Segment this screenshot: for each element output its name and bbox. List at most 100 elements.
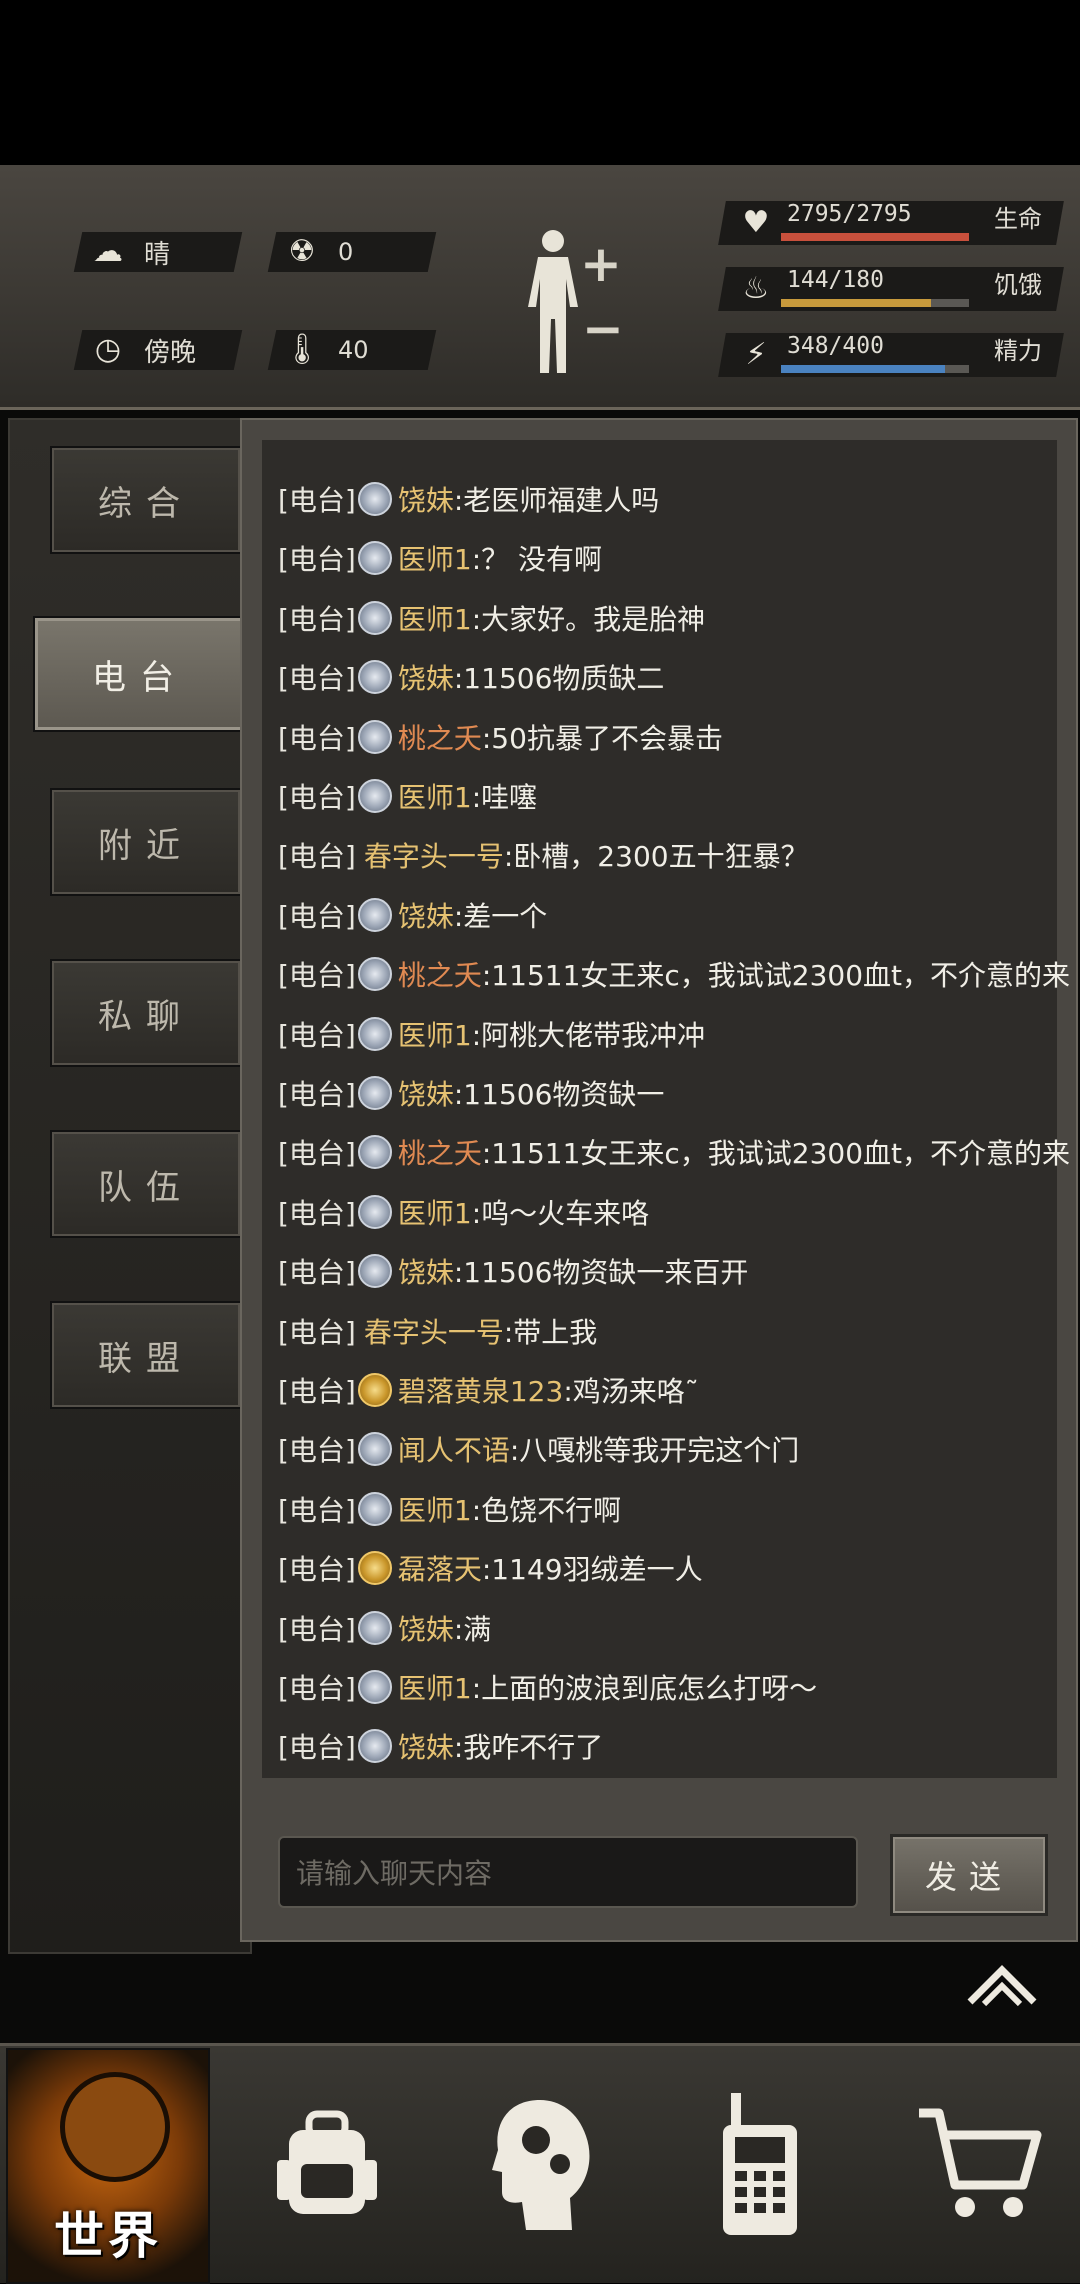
message-text: :满 [453, 1612, 492, 1646]
chat-message[interactable]: [电台] 碧落黄泉123:鸡汤来咯˜ [278, 1360, 699, 1419]
chat-message[interactable]: [电台] 桃之夭:50抗暴了不会暴击 [278, 707, 723, 766]
sender-name[interactable]: 闻人不语 [398, 1429, 510, 1469]
sender-name[interactable]: 饶妹 [398, 1726, 454, 1766]
message-text: :11506物资缺一 [453, 1077, 665, 1111]
chat-message[interactable]: [电台] 春字头一号:卧槽，2300五十狂暴？ [278, 825, 809, 884]
sender-name[interactable]: 春字头一号 [364, 835, 504, 875]
sender-name[interactable]: 桃之夭 [398, 1132, 482, 1172]
sender-name[interactable]: 医师1 [398, 1667, 472, 1707]
rank-badge-icon [357, 540, 392, 575]
rank-badge-icon [357, 1491, 392, 1526]
sender-name[interactable]: 医师1 [398, 598, 472, 638]
chat-message[interactable]: [电台] 闻人不语:八嘎桃等我开完这个门 [278, 1419, 799, 1478]
channel-tag: [电台] [278, 1374, 356, 1408]
chat-message[interactable]: [电台] 桃之夭:11511女王来c，我试试2300血t，不介意的来 [278, 1122, 1070, 1181]
nav-shop[interactable] [915, 2048, 1045, 2280]
chat-message[interactable]: [电台] 饶妹:差一个 [278, 885, 547, 944]
channel-tag: [电台] [278, 661, 356, 695]
nav-radio[interactable] [715, 2048, 805, 2280]
heart-icon: ♥ [742, 205, 770, 240]
sender-name[interactable]: 医师1 [398, 1489, 472, 1529]
increase-icon[interactable]: + [580, 235, 622, 293]
chat-message[interactable]: [电台] 医师1:？ 没有啊 [278, 528, 602, 587]
chat-message[interactable]: [电台] 饶妹:我咋不行了 [278, 1716, 603, 1775]
rank-badge-icon [357, 1669, 392, 1704]
chat-message[interactable]: [电台] 磊落天:1149羽绒差一人 [278, 1538, 703, 1597]
chat-input[interactable]: 请输入聊天内容 [278, 1836, 858, 1908]
channel-tag: [电台] [278, 542, 356, 576]
backpack-icon [277, 2110, 377, 2214]
nav-world-label: 世界 [54, 2207, 162, 2265]
tab-team[interactable]: 队伍 [50, 1130, 242, 1238]
tab-radio[interactable]: 电台 [33, 616, 247, 732]
chat-message[interactable]: [电台] 饶妹:老医师福建人吗 [278, 469, 659, 528]
rank-badge-icon [357, 600, 392, 635]
channel-tag: [电台] [278, 483, 356, 517]
chevron-up-icon[interactable] [964, 1960, 1040, 2010]
sender-name[interactable]: 饶妹 [398, 1251, 454, 1291]
tab-general[interactable]: 综合 [50, 446, 242, 554]
sender-name[interactable]: 饶妹 [398, 479, 454, 519]
chat-message[interactable]: [电台] 医师1:大家好。我是胎神 [278, 588, 705, 647]
sender-name[interactable]: 医师1 [398, 538, 472, 578]
sender-name[interactable]: 饶妹 [398, 657, 454, 697]
chat-message[interactable]: [电台] 医师1:哇噻 [278, 766, 537, 825]
sender-name[interactable]: 医师1 [398, 776, 472, 816]
chat-message[interactable]: [电台] 春字头一号:带上我 [278, 1301, 597, 1360]
channel-tag: [电台] [278, 721, 356, 755]
life-value: 2795/2795 [787, 201, 912, 227]
radiation-icon: ☢ [288, 234, 316, 269]
nav-world[interactable]: 世界 [6, 2048, 210, 2284]
chat-message[interactable]: [电台] 饶妹:11506物资缺一来百开 [278, 1241, 748, 1300]
chat-message[interactable]: [电台] 医师1:色饶不行啊 [278, 1479, 621, 1538]
chat-message[interactable]: [电台] 饶妹:11506物质缺二 [278, 647, 664, 706]
sender-name[interactable]: 碧落黄泉123 [398, 1370, 563, 1410]
chat-message[interactable]: [电台] 饶妹:11506物资缺一 [278, 1063, 664, 1122]
sender-name[interactable]: 饶妹 [398, 1073, 454, 1113]
chat-message[interactable]: [电台] 医师1:上面的波浪到底怎么打呀～ [278, 1657, 817, 1716]
tab-alliance[interactable]: 联盟 [50, 1301, 242, 1409]
chat-message[interactable]: [电台] 医师1:呜～火车来咯 [278, 1182, 649, 1241]
channel-tag: [电台] [278, 1255, 356, 1289]
sender-name[interactable]: 医师1 [398, 1192, 472, 1232]
rank-badge-icon [357, 659, 392, 694]
cart-icon [919, 2108, 1042, 2217]
channel-tag: [电台] [278, 1433, 356, 1467]
message-text: :11511女王来c，我试试2300血t，不介意的来 [481, 1136, 1071, 1170]
sender-name[interactable]: 春字头一号 [364, 1311, 504, 1351]
tab-nearby[interactable]: 附近 [50, 788, 242, 896]
chat-message[interactable]: [电台] 桃之夭:11511女王来c，我试试2300血t，不介意的来 [278, 944, 1070, 1003]
sender-name[interactable]: 磊落天 [398, 1548, 482, 1588]
message-text: :八嘎桃等我开完这个门 [509, 1433, 800, 1467]
rank-badge-icon [357, 1075, 392, 1110]
message-text: :11506物资缺一来百开 [453, 1255, 749, 1289]
sender-name[interactable]: 桃之夭 [398, 954, 482, 994]
channel-tag: [电台] [278, 1612, 356, 1646]
send-button[interactable]: 发送 [890, 1834, 1048, 1916]
chat-message[interactable]: [电台] 医师1:阿桃大佬带我冲冲 [278, 1004, 705, 1063]
rank-badge-icon [357, 1610, 392, 1645]
rank-badge-icon [357, 719, 392, 754]
nav-backpack[interactable] [262, 2048, 392, 2280]
hunger-label: 饥饿 [994, 271, 1042, 299]
hunger-value: 144/180 [787, 267, 884, 293]
nav-skills[interactable] [488, 2048, 598, 2280]
message-text: :上面的波浪到底怎么打呀～ [471, 1671, 818, 1705]
decrease-icon[interactable]: − [582, 300, 624, 358]
channel-tag: [电台] [278, 1196, 356, 1230]
message-text: :？ 没有啊 [471, 542, 603, 576]
energy-value: 348/400 [787, 333, 884, 359]
sender-name[interactable]: 饶妹 [398, 895, 454, 935]
message-text: :带上我 [503, 1315, 598, 1349]
rank-badge-icon [357, 1372, 392, 1407]
body-figure-icon[interactable] [522, 227, 584, 375]
sender-name[interactable]: 饶妹 [398, 1608, 454, 1648]
tab-private[interactable]: 私聊 [50, 959, 242, 1067]
message-text: :1149羽绒差一人 [481, 1552, 703, 1586]
life-bar [781, 233, 969, 241]
channel-tag: [电台] [278, 839, 356, 873]
energy-label: 精力 [994, 337, 1042, 365]
sender-name[interactable]: 医师1 [398, 1014, 472, 1054]
chat-message[interactable]: [电台] 饶妹:满 [278, 1598, 491, 1657]
sender-name[interactable]: 桃之夭 [398, 717, 482, 757]
